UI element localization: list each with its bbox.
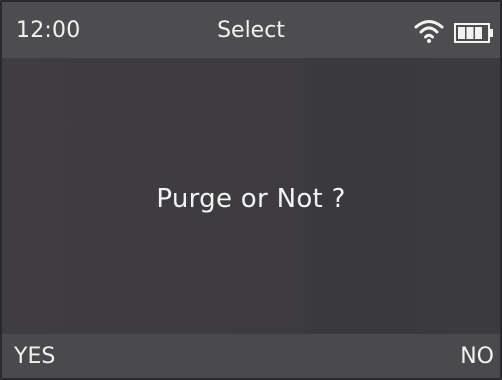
no-softkey[interactable]: NO — [460, 344, 494, 369]
status-bar: 12:00 Select — [2, 2, 500, 58]
wifi-icon — [414, 20, 444, 43]
softkey-bar: YES NO — [2, 334, 500, 378]
battery-icon — [454, 23, 493, 43]
dialog-area: Purge or Not ? — [2, 58, 500, 338]
dialog-message: Purge or Not ? — [156, 184, 346, 214]
device-screen: 12:00 Select Purge or Not ? YES NO — [0, 0, 502, 380]
yes-softkey[interactable]: YES — [14, 344, 55, 369]
